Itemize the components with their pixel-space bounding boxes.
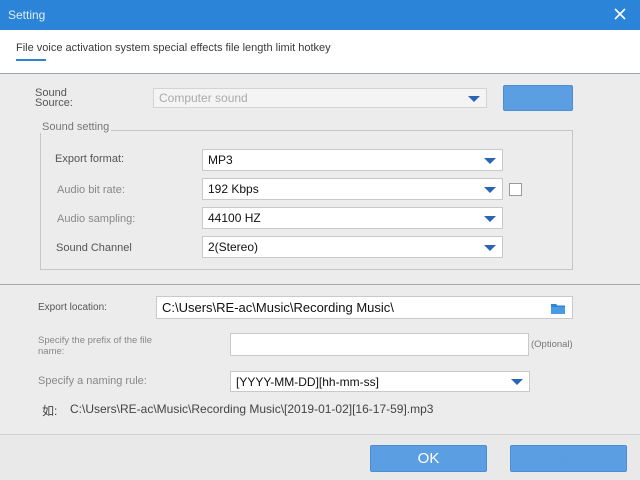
settings-panel: Sound Source: Computer sound Device Soun… xyxy=(0,74,640,434)
export-location-field[interactable]: C:\Users\RE-ac\Music\Recording Music\ xyxy=(156,296,573,319)
audio-bit-rate-select[interactable]: 192 Kbps xyxy=(202,178,503,200)
export-location-value: C:\Users\RE-ac\Music\Recording Music\ xyxy=(162,300,394,315)
sound-source-select[interactable]: Computer sound xyxy=(153,88,487,108)
tab-bar: File voice activation system special eff… xyxy=(0,30,640,74)
cancel-button-label: Cancel xyxy=(549,451,588,466)
ok-button-label: OK xyxy=(417,450,440,467)
naming-rule-select[interactable]: [YYYY-MM-DD][hh-mm-ss] xyxy=(230,371,530,392)
chevron-down-icon xyxy=(468,96,480,102)
sound-source-value: Computer sound xyxy=(159,91,248,105)
chevron-down-icon xyxy=(484,245,496,251)
tab-strip[interactable]: File voice activation system special eff… xyxy=(16,42,331,54)
audio-sampling-value: 44100 HZ xyxy=(208,211,261,225)
ok-button[interactable]: OK xyxy=(370,445,487,472)
audio-bit-rate-value: 192 Kbps xyxy=(208,182,259,196)
close-icon xyxy=(614,8,626,20)
export-format-value: MP3 xyxy=(208,153,233,167)
device-button-label: Device xyxy=(519,91,557,105)
export-format-select[interactable]: MP3 xyxy=(202,149,503,171)
export-format-label: Export format: xyxy=(55,153,125,165)
naming-rule-label: Specify a naming rule: xyxy=(38,375,147,387)
title-bar: Setting xyxy=(0,0,640,30)
audio-bit-rate-label: Audio bit rate: xyxy=(57,184,125,196)
prefix-label: Specify the prefix of the file name: xyxy=(38,335,153,357)
chevron-down-icon xyxy=(484,216,496,222)
sound-channel-value: 2(Stereo) xyxy=(208,240,259,254)
chevron-down-icon xyxy=(484,158,496,164)
bit-rate-checkbox[interactable] xyxy=(509,183,522,196)
sound-channel-select[interactable]: 2(Stereo) xyxy=(202,236,503,258)
folder-icon[interactable] xyxy=(550,301,566,315)
audio-sampling-label: Audio sampling: xyxy=(57,213,136,225)
sound-source-label: Sound Source: xyxy=(35,87,73,109)
audio-sampling-select[interactable]: 44100 HZ xyxy=(202,207,503,229)
dialog-footer: OK Cancel xyxy=(0,434,640,480)
active-tab-indicator xyxy=(16,59,46,61)
optional-label: (Optional) xyxy=(531,339,573,350)
example-path: C:\Users\RE-ac\Music\Recording Music\[20… xyxy=(70,402,434,416)
section-divider xyxy=(0,284,640,285)
sound-setting-group-label: Sound setting xyxy=(40,121,112,133)
prefix-input[interactable] xyxy=(230,333,529,356)
naming-rule-value: [YYYY-MM-DD][hh-mm-ss] xyxy=(236,374,379,389)
window-title: Setting xyxy=(8,8,46,22)
chevron-down-icon xyxy=(511,379,523,385)
cancel-button[interactable]: Cancel xyxy=(510,445,627,472)
export-location-label: Export location: xyxy=(38,302,107,313)
close-button[interactable] xyxy=(610,4,630,24)
example-prefix: 如: xyxy=(42,404,58,418)
device-button[interactable]: Device xyxy=(503,85,573,111)
chevron-down-icon xyxy=(484,187,496,193)
sound-channel-label: Sound Channel xyxy=(56,242,132,254)
